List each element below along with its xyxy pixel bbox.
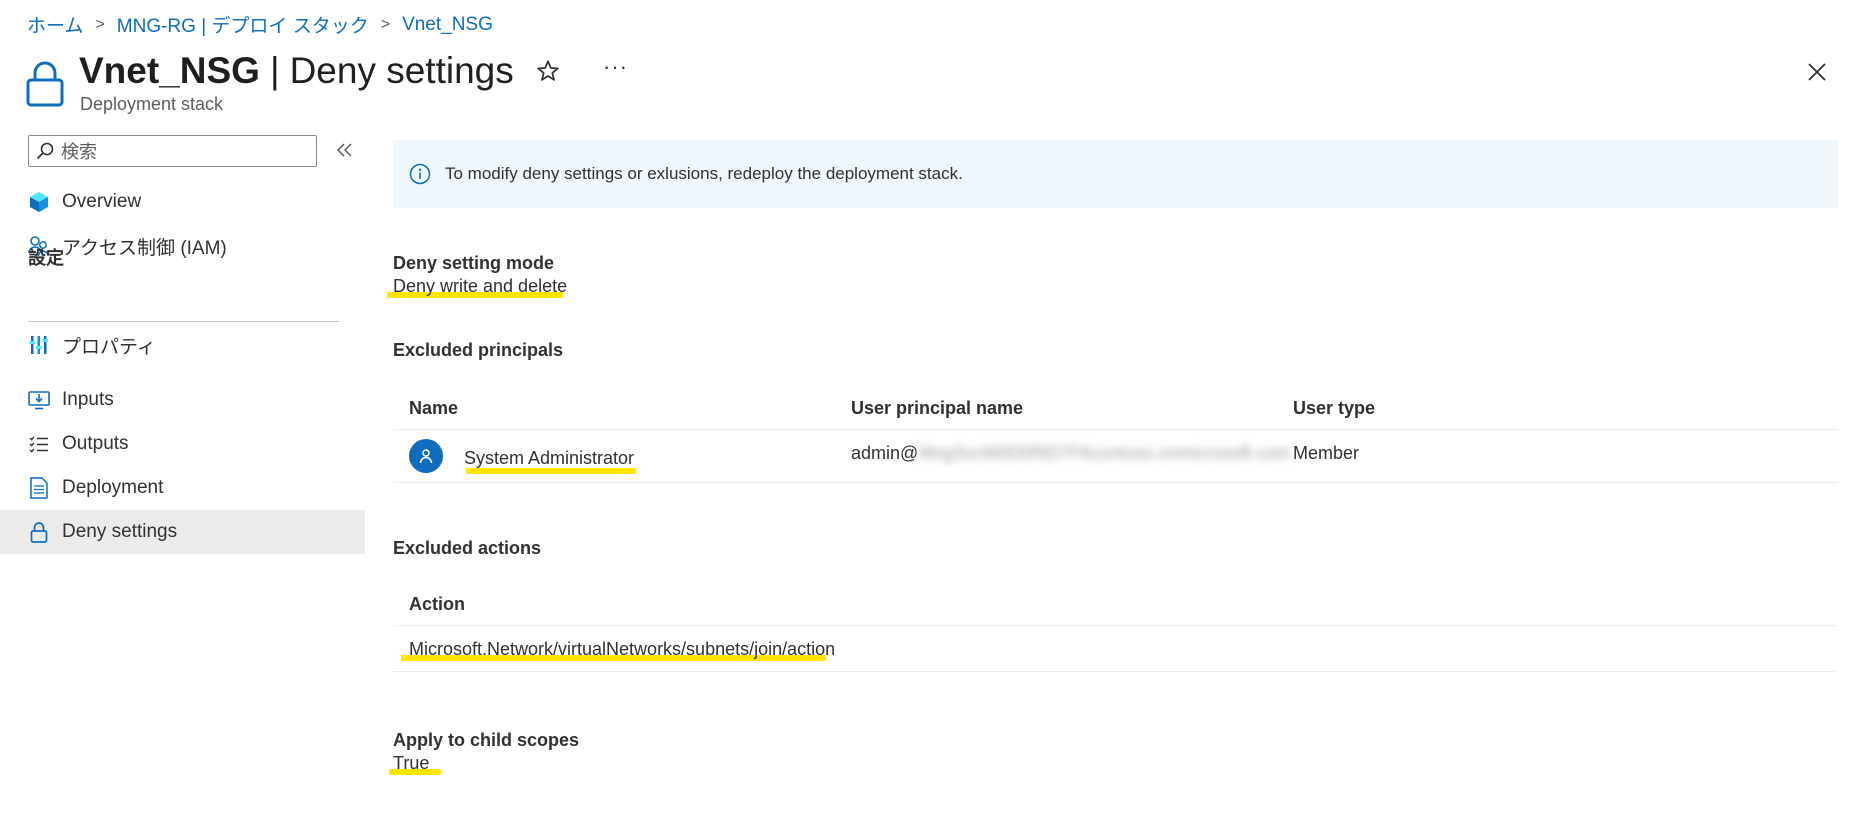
sidebar-item-label: プロパティ [62, 336, 156, 358]
chevron-right-icon: > [95, 15, 105, 33]
sidebar-item-outputs[interactable]: Outputs [0, 422, 365, 466]
person-icon [419, 449, 433, 464]
breadcrumb-stack[interactable]: Vnet_NSG [402, 14, 493, 36]
sidebar-item-properties[interactable]: プロパティ [0, 323, 365, 367]
column-header-action: Action [409, 594, 465, 614]
title-separator: | [269, 50, 280, 91]
outputs-icon [28, 433, 50, 455]
deny-mode-label: Deny setting mode [393, 253, 555, 273]
table-row[interactable]: Microsoft.Network/virtualNetworks/subnet… [393, 627, 1838, 672]
column-header-user-type: User type [1293, 398, 1376, 418]
info-icon [409, 163, 431, 185]
child-scopes-value: True [393, 753, 430, 773]
principals-table-header: Name User principal name User type [393, 384, 1838, 430]
lock-icon [26, 61, 64, 107]
lock-icon [28, 521, 50, 543]
breadcrumb: ホーム > MNG-RG | デプロイ スタック > Vnet_NSG [27, 11, 493, 38]
avatar [409, 439, 443, 473]
inputs-icon [28, 389, 50, 411]
principal-user-type: Member [1293, 443, 1360, 463]
info-text: To modify deny settings or exlusions, re… [445, 164, 963, 183]
properties-icon [28, 334, 50, 356]
sidebar-group-settings: 設定 [28, 248, 64, 268]
column-header-name: Name [409, 398, 459, 418]
page-title: Vnet_NSG | Deny settings [79, 50, 514, 92]
sidebar-item-overview[interactable]: Overview [0, 180, 365, 224]
upn-redacted: MngSvcM0D0f9D7F6contoso.onmicrosoft.com [918, 443, 1291, 463]
chevron-right-icon: > [380, 15, 391, 33]
sidebar-item-label: Deployment [62, 477, 164, 498]
sidebar: 検索 Overview アクセス制御 (IAM) 設定 プロパティ Inputs… [0, 130, 365, 816]
sidebar-item-deny-settings[interactable]: Deny settings [0, 510, 365, 554]
search-input[interactable]: 検索 [28, 135, 317, 167]
table-row[interactable]: System Administrator admin@MngSvcM0D0f9D… [393, 431, 1838, 483]
excluded-action-value: Microsoft.Network/virtualNetworks/subnet… [409, 639, 836, 659]
sidebar-item-label: Inputs [62, 389, 114, 410]
sidebar-item-label: Deny settings [62, 521, 178, 542]
resource-name: Vnet_NSG [79, 50, 260, 91]
close-icon[interactable] [1805, 60, 1829, 84]
collapse-icon[interactable] [335, 140, 355, 160]
page-header: Vnet_NSG | Deny settings Deployment stack … [25, 50, 1854, 120]
search-placeholder: 検索 [61, 142, 97, 162]
principal-upn: admin@MngSvcM0D0f9D7F6contoso.onmicrosof… [851, 443, 1290, 464]
upn-prefix: admin@ [851, 443, 919, 463]
excluded-principals-label: Excluded principals [393, 340, 564, 360]
child-scopes-label: Apply to child scopes [393, 730, 580, 750]
star-icon[interactable] [535, 58, 561, 84]
info-banner: To modify deny settings or exlusions, re… [393, 140, 1838, 208]
breadcrumb-home[interactable]: ホーム [27, 11, 83, 38]
deny-mode-value: Deny write and delete [393, 276, 568, 296]
page-subtitle: Deployment stack [80, 94, 224, 114]
breadcrumb-resource-group[interactable]: MNG-RG | デプロイ スタック [117, 11, 369, 38]
sidebar-divider [28, 321, 339, 322]
principal-name: System Administrator [464, 448, 635, 468]
sidebar-item-label: Outputs [62, 433, 129, 454]
search-icon [36, 142, 54, 160]
sidebar-item-deployment[interactable]: Deployment [0, 466, 365, 510]
sidebar-item-label: Overview [62, 191, 142, 212]
sidebar-item-inputs[interactable]: Inputs [0, 378, 365, 422]
cube-icon [28, 191, 50, 213]
actions-table-header: Action [393, 580, 1838, 626]
sidebar-item-label: アクセス制御 (IAM) [62, 237, 227, 259]
blade-name: Deny settings [289, 50, 514, 91]
document-icon [28, 477, 50, 499]
excluded-actions-label: Excluded actions [393, 538, 542, 558]
more-options-icon[interactable]: ··· [603, 54, 628, 80]
column-header-upn: User principal name [851, 398, 1024, 418]
